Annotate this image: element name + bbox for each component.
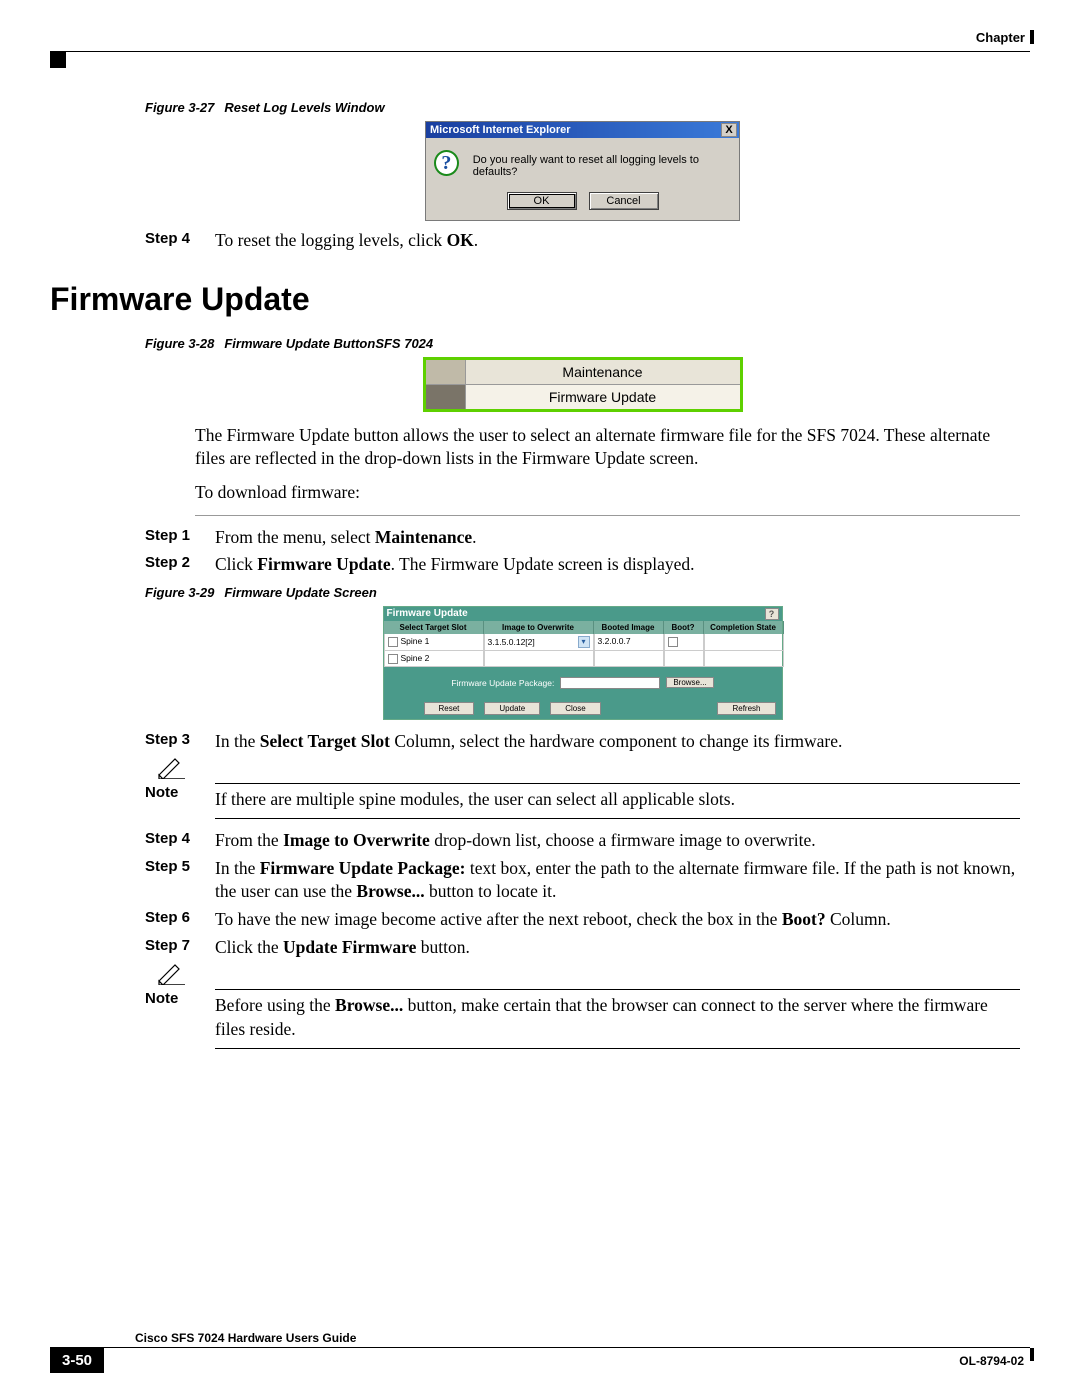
menu-maintenance: Maintenance [466,360,740,384]
note-text: Before using the Browse... button, make … [215,989,1020,1041]
fig28-image: Maintenance Firmware Update [423,357,743,412]
step3: Step 3 In the Select Target Slot Column,… [145,730,1020,754]
ok-button[interactable]: OK [507,192,577,210]
fig28-caption: Figure 3-28Firmware Update ButtonSFS 702… [145,336,1020,351]
pkg-field[interactable] [560,677,660,689]
pencil-icon [145,757,199,785]
fig27-titlebar: Microsoft Internet Explorer X [426,122,739,138]
fig27-message: Do you really want to reset all logging … [473,150,731,178]
page-number: 3-50 [50,1348,104,1373]
step2: Step 2 Click Firmware Update. The Firmwa… [145,553,1020,577]
step4-top: Step 4 To reset the logging levels, clic… [145,229,1020,253]
question-icon: ? [434,150,459,176]
close-icon[interactable]: X [721,123,737,137]
boot-checkbox[interactable] [668,637,678,647]
reset-button[interactable]: Reset [424,702,475,715]
fig29-title: Firmware Update [387,608,765,619]
footer: Cisco SFS 7024 Hardware Users Guide 3-50… [50,1331,1030,1373]
slot-checkbox[interactable] [388,654,398,664]
fig29-caption: Figure 3-29Firmware Update Screen [145,585,1020,600]
step6: Step 6 To have the new image become acti… [145,908,1020,932]
step1: Step 1 From the menu, select Maintenance… [145,526,1020,550]
step7: Step 7 Click the Update Firmware button. [145,936,1020,960]
table-row: Spine 1 3.1.5.0.12[2] ▾ 3.2.0.0.7 [384,634,782,651]
menu-firmware-update: Firmware Update [466,385,740,409]
pencil-icon [145,963,199,991]
intro-text: The Firmware Update button allows the us… [195,424,1020,471]
note-label: Note [145,783,199,803]
close-button[interactable]: Close [550,702,600,715]
rule [195,515,1020,516]
doc-id: OL-8794-02 [959,1354,1030,1368]
download-text: To download firmware: [195,481,1020,505]
slot-checkbox[interactable] [388,637,398,647]
help-icon[interactable]: ? [765,608,779,620]
fig27-dialog: Microsoft Internet Explorer X ? Do you r… [425,121,740,221]
note-text: If there are multiple spine modules, the… [215,783,1020,812]
step4: Step 4 From the Image to Overwrite drop-… [145,829,1020,853]
update-button[interactable]: Update [484,702,540,715]
refresh-button[interactable]: Refresh [717,702,775,715]
chevron-down-icon: ▾ [578,636,590,648]
cancel-button[interactable]: Cancel [589,192,659,210]
fig29-screen: Firmware Update ? Select Target Slot Ima… [383,606,783,720]
image-overwrite-select[interactable]: 3.1.5.0.12[2] ▾ [484,634,594,651]
footer-title: Cisco SFS 7024 Hardware Users Guide [135,1331,1030,1345]
table-row: Spine 2 [384,651,782,667]
section-heading-firmware-update: Firmware Update [50,281,1020,318]
pkg-label: Firmware Update Package: [451,678,554,688]
fig27-caption: Figure 3-27Reset Log Levels Window [145,100,1020,115]
browse-button[interactable]: Browse... [666,677,713,688]
step5: Step 5 In the Firmware Update Package: t… [145,857,1020,904]
fig29-columns: Select Target Slot Image to Overwrite Bo… [384,621,782,634]
note-label: Note [145,989,199,1009]
